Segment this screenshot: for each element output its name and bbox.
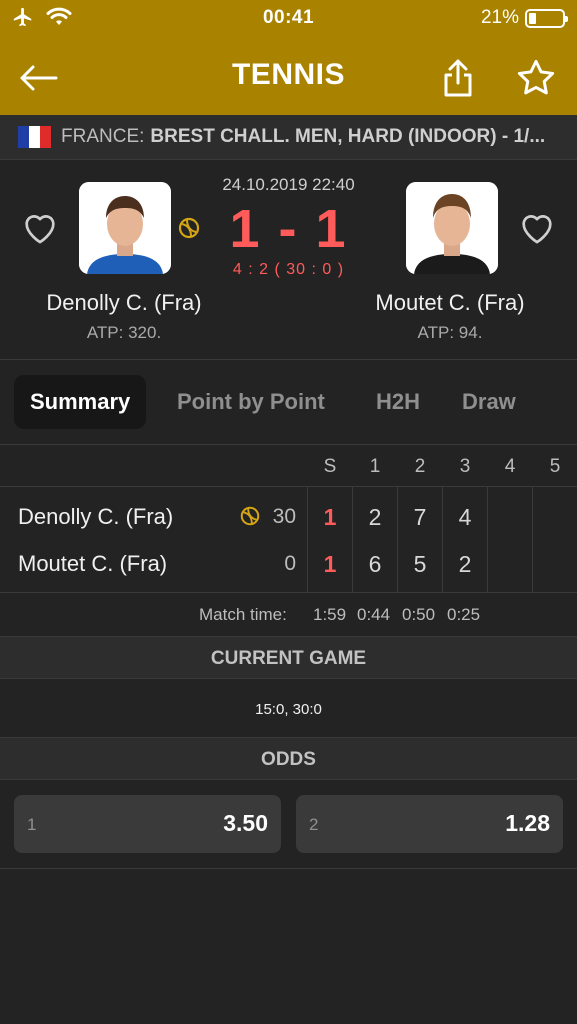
home-row-name: Denolly C. (Fra): [18, 504, 174, 529]
match-time-row: Match time: 1:59 0:44 0:50 0:25: [0, 593, 577, 637]
star-icon[interactable]: [514, 56, 558, 100]
divider: [442, 487, 443, 592]
away-set2-cell: 5: [413, 551, 427, 577]
favorite-away-heart-icon[interactable]: [517, 208, 557, 248]
page-title: TENNIS: [231, 58, 345, 91]
divider: [487, 487, 488, 592]
column-header: 3: [459, 456, 471, 477]
home-sets-cell: 1: [323, 504, 337, 530]
france-flag-icon: [18, 126, 51, 148]
divider: [352, 487, 353, 592]
odds-away-label: 2: [309, 815, 319, 834]
odds-title: ODDS: [0, 738, 577, 780]
share-icon[interactable]: [436, 56, 480, 100]
home-set3-cell: 4: [458, 504, 472, 530]
current-game-value: 15:0, 30:0: [0, 680, 577, 738]
app-header: 00:41 21% TENNIS: [0, 0, 577, 115]
away-player-name[interactable]: Moutet C. (Fra): [340, 290, 560, 316]
away-row-name: Moutet C. (Fra): [18, 551, 168, 576]
match-time-set1: 0:44: [357, 605, 391, 624]
odds-home-value: 3.50: [223, 810, 268, 836]
scoreboard: Denolly C. (Fra) 30 1 2 7 4 Moutet C. (F…: [0, 487, 577, 593]
tab-h2h[interactable]: H2H: [376, 375, 420, 429]
current-game-title: CURRENT GAME: [0, 637, 577, 679]
tab-bar: Summary Point by Point H2H Draw: [0, 360, 577, 445]
battery-percent: 21%: [480, 7, 519, 28]
column-header: 1: [369, 456, 381, 477]
away-set3-cell: 2: [458, 551, 472, 577]
breadcrumb-tournament: BREST CHALL. MEN, HARD (INDOOR) - 1/...: [150, 126, 546, 147]
divider: [307, 487, 308, 592]
away-sets-cell: 1: [323, 551, 337, 577]
match-time-set2: 0:50: [402, 605, 436, 624]
away-row-points: 0: [284, 552, 296, 575]
tab-summary[interactable]: Summary: [14, 375, 147, 429]
tab-draw[interactable]: Draw: [462, 375, 516, 429]
away-set1-cell: 6: [368, 551, 382, 577]
divider: [532, 487, 533, 592]
away-player-avatar[interactable]: [406, 182, 498, 274]
away-player-rank: ATP: 94.: [417, 323, 483, 342]
odds-home-button[interactable]: 1 3.50: [14, 795, 281, 853]
column-header: 5: [549, 456, 561, 477]
breadcrumb-country: FRANCE:: [61, 126, 145, 147]
column-header: 4: [504, 456, 516, 477]
odds-away-button[interactable]: 2 1.28: [296, 795, 563, 853]
column-header: S: [323, 456, 337, 477]
home-player-name[interactable]: Denolly C. (Fra): [14, 290, 234, 316]
battery-icon: [525, 8, 568, 28]
odds-row: 1 3.50 2 1.28: [0, 781, 577, 869]
match-header: 24.10.2019 22:40 1 - 1 4 : 2 ( 30 : 0 ) …: [0, 160, 577, 360]
status-bar: 00:41 21%: [0, 0, 577, 38]
divider: [397, 487, 398, 592]
scoreboard-header: S 1 2 3 4 5: [0, 445, 577, 487]
home-set1-cell: 2: [368, 504, 382, 530]
match-time-set3: 0:25: [447, 605, 481, 624]
column-header: 2: [414, 456, 426, 477]
breadcrumb[interactable]: FRANCE: BREST CHALL. MEN, HARD (INDOOR) …: [0, 115, 577, 160]
tab-point-by-point[interactable]: Point by Point: [177, 375, 325, 429]
odds-home-label: 1: [27, 815, 37, 834]
match-time-total: 1:59: [313, 605, 347, 624]
home-player-rank: ATP: 320.: [86, 323, 162, 342]
match-time-label: Match time:: [199, 605, 287, 624]
odds-away-value: 1.28: [505, 810, 550, 836]
home-row-points: 30: [272, 505, 296, 528]
home-set2-cell: 7: [413, 504, 427, 530]
